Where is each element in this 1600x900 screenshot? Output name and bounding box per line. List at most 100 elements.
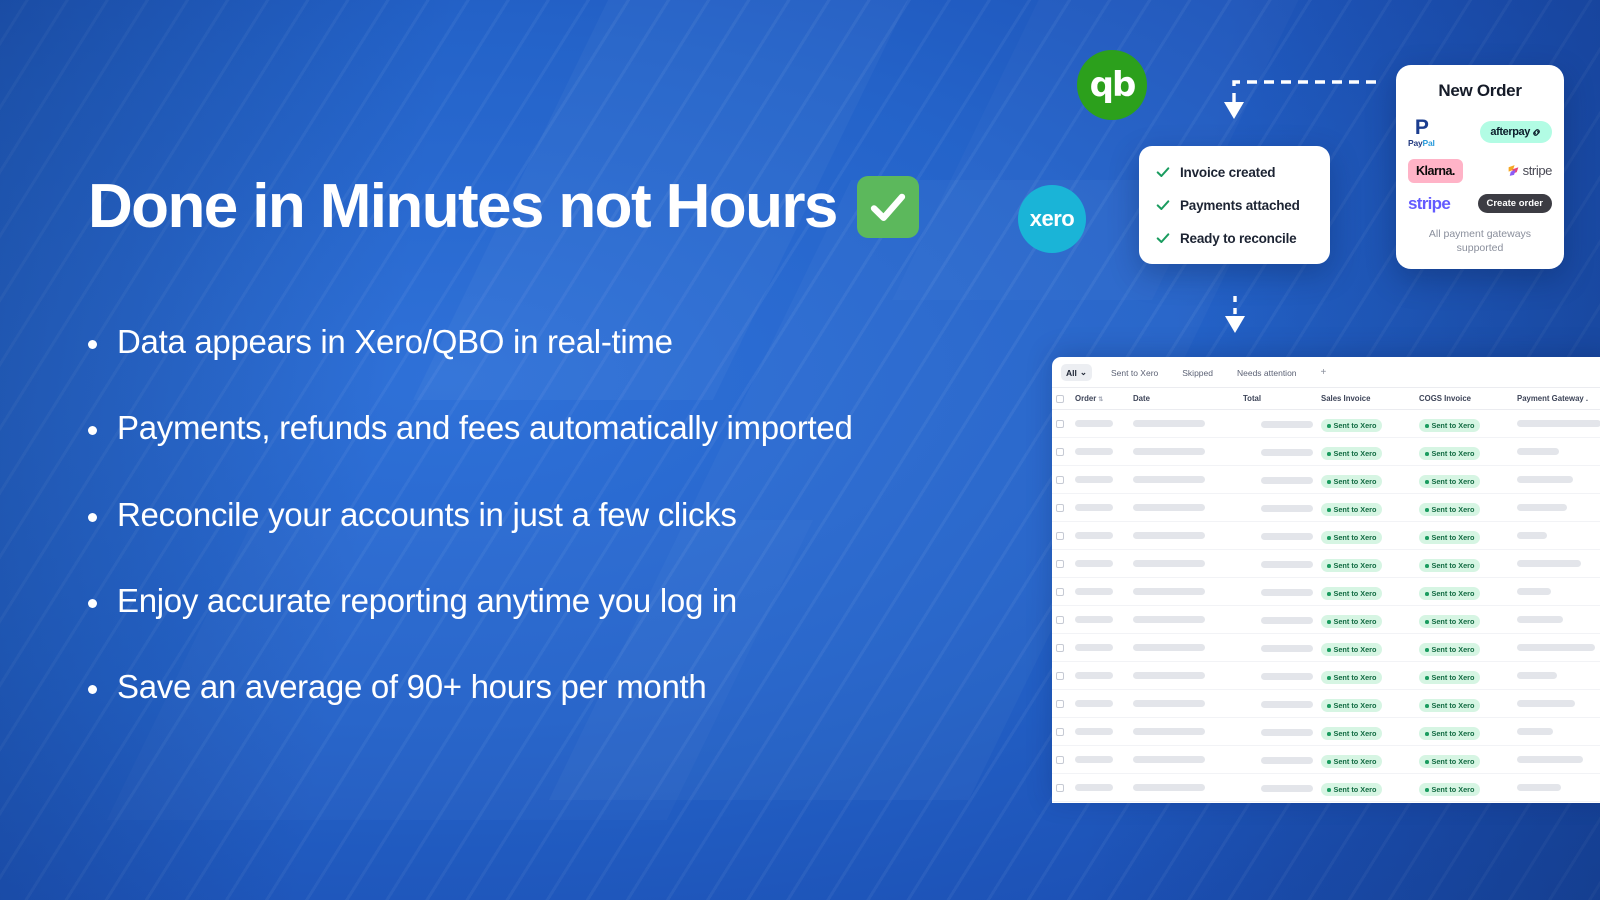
status-dot-icon <box>1425 480 1429 484</box>
status-dot-icon <box>1425 676 1429 680</box>
status-badge: Sent to Xero <box>1321 587 1383 601</box>
payment-gateway-cell <box>1513 409 1600 438</box>
row-checkbox[interactable] <box>1056 475 1064 484</box>
column-header-order[interactable]: Order ⇅ <box>1071 388 1129 410</box>
status-badge: Sent to Xero <box>1321 643 1383 657</box>
placeholder-bar <box>1517 672 1557 679</box>
tab-skipped[interactable]: Skipped <box>1177 365 1218 381</box>
payment-gateway-cell <box>1513 689 1600 718</box>
table-row[interactable]: Sent to XeroSent to Xero <box>1052 437 1600 466</box>
column-header-payment-gateway[interactable]: Payment Gateway . <box>1513 388 1600 410</box>
status-dot-icon <box>1425 452 1429 456</box>
checklist-item: Invoice created <box>1155 164 1314 180</box>
row-checkbox[interactable] <box>1056 783 1064 792</box>
add-tab-button[interactable]: + <box>1316 364 1332 381</box>
status-badge: Sent to Xero <box>1419 643 1481 657</box>
placeholder-bar <box>1261 644 1313 652</box>
date-cell <box>1129 493 1239 522</box>
date-cell <box>1129 437 1239 466</box>
cogs-invoice-cell: Sent to Xero <box>1415 745 1513 774</box>
check-icon <box>1156 167 1170 177</box>
total-cell <box>1239 521 1317 550</box>
status-dot-icon <box>1425 536 1429 540</box>
create-order-label: Create order <box>1477 194 1552 213</box>
date-cell <box>1129 549 1239 578</box>
placeholder-bar <box>1075 756 1113 763</box>
row-checkbox[interactable] <box>1056 727 1064 736</box>
status-dot-icon <box>1327 620 1331 624</box>
cogs-invoice-cell: Sent to Xero <box>1415 773 1513 802</box>
column-header-sales-invoice[interactable]: Sales Invoice <box>1317 388 1415 410</box>
placeholder-bar <box>1517 532 1547 539</box>
status-badge: Sent to Xero <box>1419 699 1481 713</box>
sales-invoice-cell: Sent to Xero <box>1317 493 1415 522</box>
bullet-dot-icon <box>88 685 97 695</box>
list-item: Reconcile your accounts in just a few cl… <box>88 496 988 533</box>
status-dot-icon <box>1425 592 1429 596</box>
row-checkbox[interactable] <box>1056 419 1064 428</box>
placeholder-bar <box>1075 588 1113 595</box>
row-select-cell <box>1052 745 1071 774</box>
table-row[interactable]: Sent to XeroSent to Xero <box>1052 521 1600 550</box>
placeholder-bar <box>1133 476 1205 483</box>
order-cell <box>1071 773 1129 802</box>
row-checkbox[interactable] <box>1056 755 1064 764</box>
table-row[interactable]: Sent to XeroSent to Xero <box>1052 577 1600 606</box>
row-checkbox[interactable] <box>1056 587 1064 596</box>
table-row[interactable]: Sent to XeroSent to Xero <box>1052 465 1600 494</box>
row-checkbox[interactable] <box>1056 643 1064 652</box>
row-checkbox[interactable] <box>1056 447 1064 456</box>
date-cell <box>1129 577 1239 606</box>
select-all-header[interactable] <box>1052 388 1071 410</box>
order-cell <box>1071 605 1129 634</box>
status-dot-icon <box>1425 620 1429 624</box>
status-badge: Sent to Xero <box>1419 727 1481 741</box>
tab-sent-to-xero[interactable]: Sent to Xero <box>1106 365 1163 381</box>
column-header-date[interactable]: Date <box>1129 388 1239 410</box>
table-row[interactable]: Sent to XeroSent to Xero <box>1052 773 1600 802</box>
table-row[interactable]: Sent to XeroSent to Xero <box>1052 717 1600 746</box>
placeholder-bar <box>1517 476 1573 483</box>
list-item-label: Payments, refunds and fees automatically… <box>117 409 853 447</box>
column-header-cogs-invoice[interactable]: COGS Invoice <box>1415 388 1513 410</box>
status-badge: Sent to Xero <box>1321 531 1383 545</box>
order-cell <box>1071 717 1129 746</box>
hero-content: Done in Minutes not Hours Data appears i… <box>88 176 988 755</box>
list-item-label: Data appears in Xero/QBO in real-time <box>117 323 673 360</box>
status-dot-icon <box>1327 480 1331 484</box>
orders-table: Order ⇅ Date Total Sales Invoice COGS Inv… <box>1052 388 1600 803</box>
placeholder-bar <box>1517 644 1595 651</box>
tab-needs-attention[interactable]: Needs attention <box>1232 365 1302 381</box>
placeholder-bar <box>1075 532 1113 539</box>
date-cell <box>1129 409 1239 438</box>
tab-all[interactable]: All ⌄ <box>1061 364 1092 381</box>
bullet-dot-icon <box>88 426 97 436</box>
row-checkbox[interactable] <box>1056 559 1064 568</box>
row-checkbox[interactable] <box>1056 503 1064 512</box>
row-checkbox[interactable] <box>1056 671 1064 680</box>
select-all-checkbox[interactable] <box>1056 394 1064 403</box>
table-row[interactable]: Sent to XeroSent to Xero <box>1052 549 1600 578</box>
table-row[interactable]: Sent to XeroSent to Xero <box>1052 745 1600 774</box>
table-row[interactable]: Sent to XeroSent to Xero <box>1052 801 1600 803</box>
table-row[interactable]: Sent to XeroSent to Xero <box>1052 661 1600 690</box>
column-header-total[interactable]: Total <box>1239 388 1317 410</box>
new-order-title: New Order <box>1438 81 1522 100</box>
table-row[interactable]: Sent to XeroSent to Xero <box>1052 689 1600 718</box>
date-cell <box>1129 605 1239 634</box>
placeholder-bar <box>1075 448 1113 455</box>
row-checkbox[interactable] <box>1056 531 1064 540</box>
table-row[interactable]: Sent to XeroSent to Xero <box>1052 493 1600 522</box>
row-checkbox[interactable] <box>1056 699 1064 708</box>
placeholder-bar <box>1133 616 1205 623</box>
sales-invoice-cell: Sent to Xero <box>1317 661 1415 690</box>
status-badge: Sent to Xero <box>1321 419 1383 433</box>
placeholder-bar <box>1075 420 1113 427</box>
create-order-button[interactable]: Create order <box>1477 194 1552 213</box>
sales-invoice-cell: Sent to Xero <box>1317 521 1415 550</box>
status-dot-icon <box>1425 564 1429 568</box>
table-row[interactable]: Sent to XeroSent to Xero <box>1052 409 1600 438</box>
table-row[interactable]: Sent to Xero Sent to Xero <box>1052 633 1600 662</box>
table-row[interactable]: Sent to XeroSent to Xero <box>1052 605 1600 634</box>
row-checkbox[interactable] <box>1056 615 1064 624</box>
